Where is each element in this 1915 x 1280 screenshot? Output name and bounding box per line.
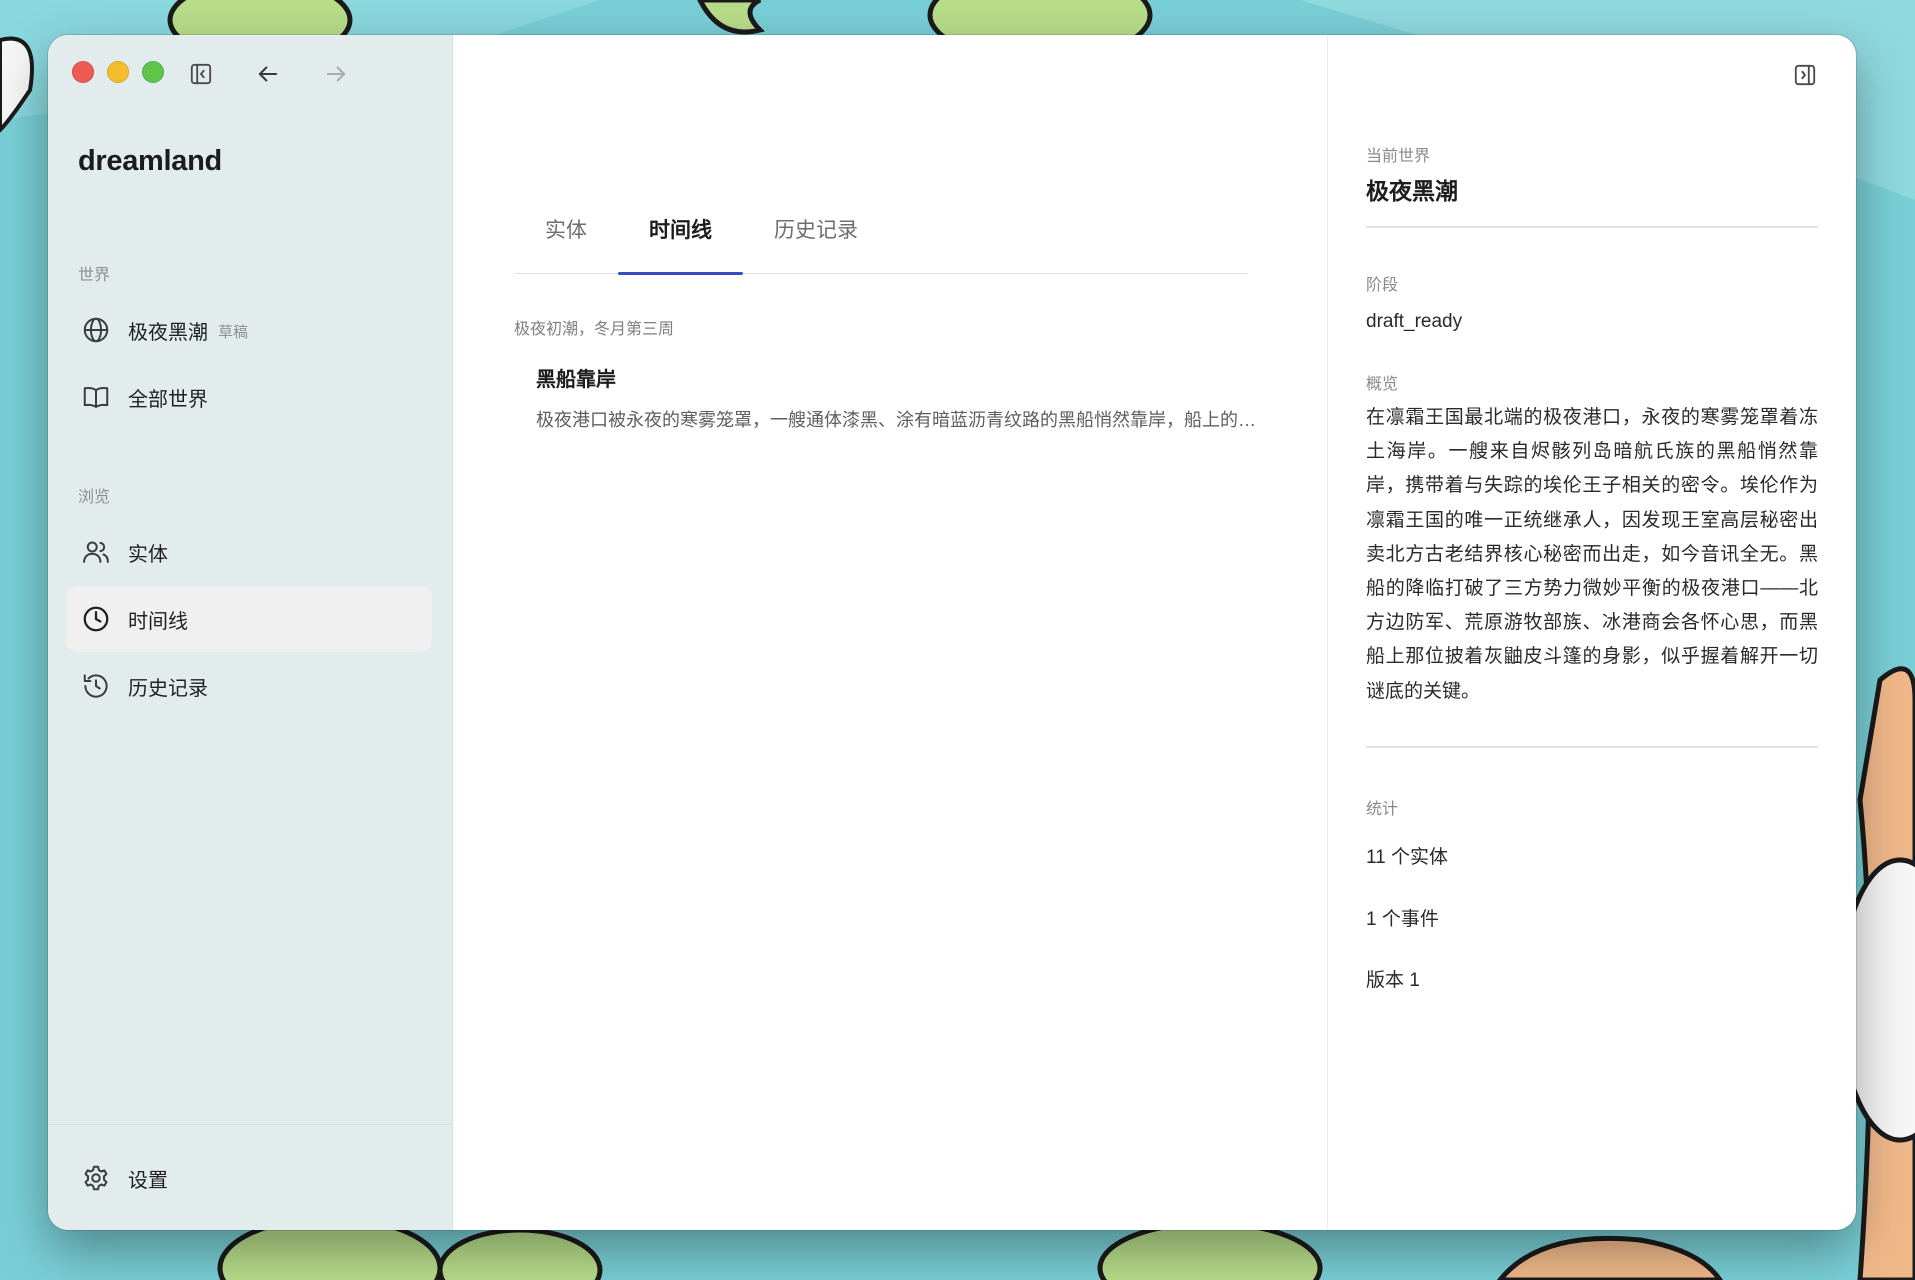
window-controls bbox=[72, 61, 164, 83]
settings-label: 设置 bbox=[128, 1169, 168, 1192]
settings-button[interactable]: 设置 bbox=[66, 1145, 432, 1211]
current-world-name: 极夜黑潮 bbox=[1366, 178, 1458, 204]
tab-entities[interactable]: 实体 bbox=[514, 185, 618, 273]
globe-icon bbox=[80, 314, 112, 346]
sidebar-item-all-worlds[interactable]: 全部世界 bbox=[66, 364, 432, 430]
sidebar: dreamland 世界 极夜黑潮 草稿 全部世界 浏览 实体 时间线 历史记录… bbox=[48, 35, 453, 1230]
sidebar-item-entities[interactable]: 实体 bbox=[66, 519, 432, 585]
arrow-right-icon bbox=[326, 66, 346, 82]
section-label-world: 世界 bbox=[78, 267, 111, 284]
back-button[interactable] bbox=[253, 59, 283, 89]
timeline-event[interactable]: 黑船靠岸 极夜港口被永夜的寒雾笼罩，一艘通体漆黑、涂有暗蓝沥青纹路的黑船悄然靠岸… bbox=[536, 363, 1256, 432]
stats-label: 统计 bbox=[1366, 801, 1399, 818]
sidebar-item-label: 实体 bbox=[128, 543, 168, 566]
forward-button[interactable] bbox=[321, 59, 351, 89]
tab-timeline[interactable]: 时间线 bbox=[618, 185, 743, 275]
sidebar-footer: 设置 bbox=[48, 1124, 452, 1230]
sidebar-item-label: 极夜黑潮 bbox=[128, 321, 208, 344]
gear-icon bbox=[80, 1162, 112, 1194]
users-icon bbox=[80, 536, 112, 568]
sidebar-item-label: 全部世界 bbox=[128, 388, 208, 411]
book-icon bbox=[80, 381, 112, 413]
section-label-browse: 浏览 bbox=[78, 489, 111, 506]
detail-panel: 当前世界 极夜黑潮 阶段 draft_ready 概览 在凛霜王国最北端的极夜港… bbox=[1328, 35, 1856, 1230]
minimize-window-button[interactable] bbox=[107, 61, 129, 83]
sidebar-item-label: 历史记录 bbox=[128, 677, 208, 700]
entity-count: 11 个实体 bbox=[1366, 847, 1449, 868]
close-window-button[interactable] bbox=[72, 61, 94, 83]
event-date: 极夜初潮，冬月第三周 bbox=[514, 321, 675, 338]
stage-label: 阶段 bbox=[1366, 277, 1399, 294]
tab-bar: 实体 时间线 历史记录 bbox=[514, 185, 1248, 275]
main-content: 实体 时间线 历史记录 极夜初潮，冬月第三周 黑船靠岸 极夜港口被永夜的寒雾笼罩… bbox=[453, 35, 1328, 1230]
overview-label: 概览 bbox=[1366, 376, 1399, 393]
divider bbox=[1366, 746, 1818, 748]
sidebar-item-timeline[interactable]: 时间线 bbox=[66, 586, 432, 652]
tab-history[interactable]: 历史记录 bbox=[743, 185, 889, 273]
event-description: 极夜港口被永夜的寒雾笼罩，一艘通体漆黑、涂有暗蓝沥青纹路的黑船悄然靠岸，船上的人… bbox=[536, 410, 1256, 430]
current-world-label: 当前世界 bbox=[1366, 148, 1431, 165]
sidebar-item-current-world[interactable]: 极夜黑潮 草稿 bbox=[66, 297, 432, 363]
sidebar-left-icon bbox=[190, 63, 212, 85]
overview-text: 在凛霜王国最北端的极夜港口，永夜的寒雾笼罩着冻土海岸。一艘来自烬骸列岛暗航氏族的… bbox=[1366, 407, 1818, 702]
sidebar-toggle-button[interactable] bbox=[186, 59, 216, 89]
event-count: 1 个事件 bbox=[1366, 909, 1439, 930]
draft-badge: 草稿 bbox=[218, 324, 249, 341]
stage-value: draft_ready bbox=[1366, 311, 1463, 332]
app-title: dreamland bbox=[78, 145, 222, 177]
event-title: 黑船靠岸 bbox=[536, 369, 616, 391]
version-number: 版本 1 bbox=[1366, 970, 1420, 991]
inspector-toggle-button[interactable] bbox=[1790, 60, 1820, 90]
app-window: dreamland 世界 极夜黑潮 草稿 全部世界 浏览 实体 时间线 历史记录… bbox=[48, 35, 1856, 1230]
sidebar-right-icon bbox=[1794, 64, 1816, 86]
history-icon bbox=[80, 670, 112, 702]
divider bbox=[1366, 226, 1818, 228]
clock-icon bbox=[80, 603, 112, 635]
sidebar-item-history[interactable]: 历史记录 bbox=[66, 653, 432, 719]
zoom-window-button[interactable] bbox=[142, 61, 164, 83]
arrow-left-icon bbox=[258, 66, 278, 82]
sidebar-item-label: 时间线 bbox=[128, 610, 188, 633]
